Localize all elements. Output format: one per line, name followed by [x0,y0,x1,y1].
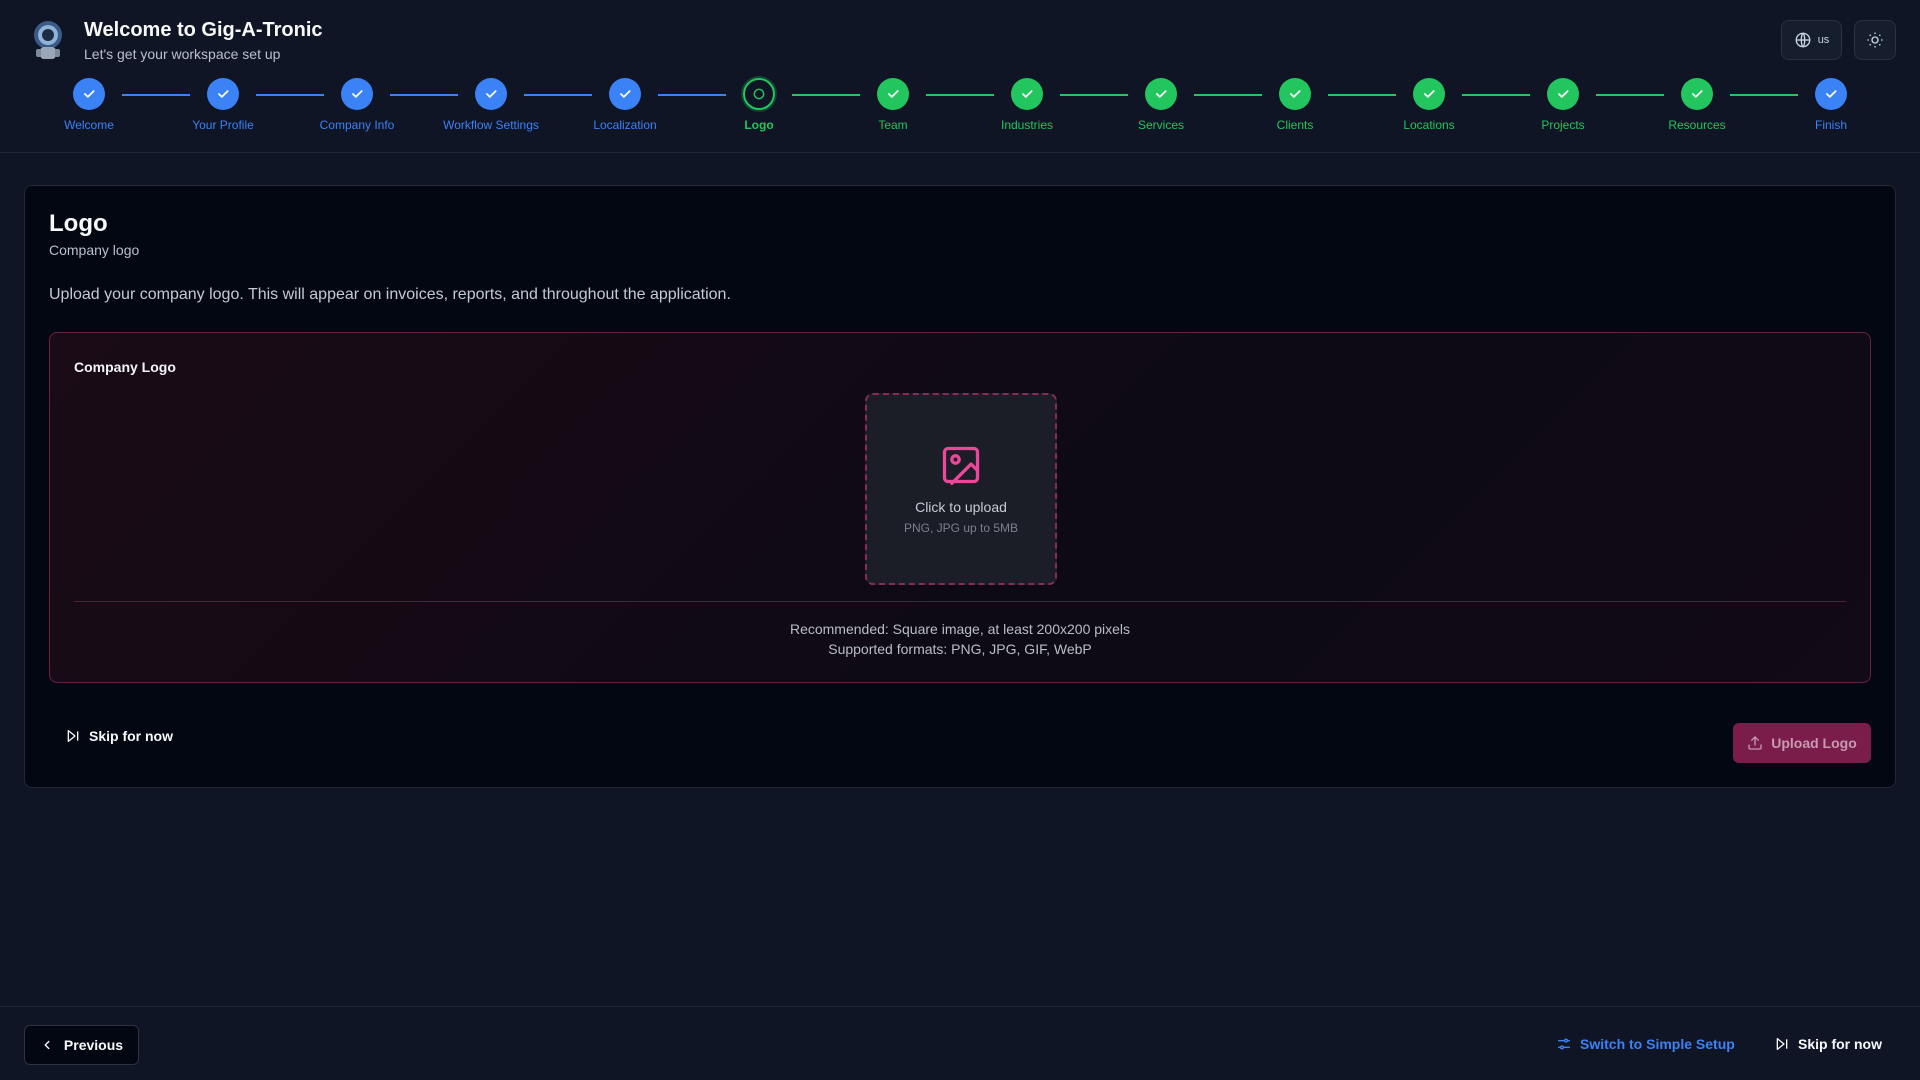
step-label: Workflow Settings [443,118,539,132]
step-label: Industries [1000,118,1054,132]
step-label: Team [878,118,908,132]
step-company-info[interactable]: Company Info [297,78,417,132]
check-icon [1011,78,1043,110]
supported-formats-line: Supported formats: PNG, JPG, GIF, WebP [828,641,1092,657]
panel-label: Company Logo [74,359,176,375]
chevron-left-icon [44,1040,50,1050]
logo-step-card: Logo Company logo Upload your company lo… [24,185,1896,788]
previous-label: Previous [63,1037,124,1053]
step-title: Logo [49,210,108,237]
step-label: Locations [1403,118,1455,132]
previous-button[interactable]: Previous [24,1025,139,1065]
step-label: Localization [593,118,657,132]
step-description: Upload your company logo. This will appe… [49,286,731,303]
check-icon [1145,78,1177,110]
recommendation-text: Recommended: Square image, at least 200x… [50,619,1870,659]
check-icon [207,78,239,110]
dropzone-text: Click to upload [915,499,1007,515]
check-icon [877,78,909,110]
step-label: Clients [1276,118,1314,132]
sun-icon [1867,32,1883,48]
language-button[interactable]: us [1781,20,1842,60]
step-team[interactable]: Team [833,78,953,132]
step-localization[interactable]: Localization [565,78,685,132]
step-label: Projects [1541,118,1585,132]
step-welcome[interactable]: Welcome [29,78,149,132]
step-industries[interactable]: Industries [967,78,1087,132]
step-projects[interactable]: Projects [1503,78,1623,132]
app-title: Welcome to Gig-A-Tronic [84,19,323,41]
skip-label: Skip for now [89,728,173,744]
check-icon [1547,78,1579,110]
image-icon [942,446,980,485]
theme-toggle-button[interactable] [1854,20,1896,60]
step-logo[interactable]: Logo [699,78,819,132]
skip-forward-icon [67,730,79,742]
step-label: Resources [1668,118,1726,132]
step-label: Services [1137,118,1184,132]
skip-step-button[interactable]: Skip for now [65,728,173,744]
logo-upload-panel: Company Logo Click to upload PNG, JPG up… [49,332,1871,683]
upload-label: Upload Logo [1771,735,1857,751]
current-step-icon [743,78,775,110]
language-code: us [1817,34,1830,46]
step-label: Welcome [64,118,114,132]
setup-stepper: Welcome Your Profile Company Info Workflow … [0,76,1920,140]
logo-dropzone[interactable]: Click to upload PNG, JPG up to 5MB [865,393,1057,585]
sliders-icon [1558,1038,1570,1050]
step-workflow-settings[interactable]: Workflow Settings [431,78,551,132]
app-subtitle: Let's get your workspace set up [84,46,281,62]
switch-label: Switch to Simple Setup [1580,1036,1735,1052]
step-label: Your Profile [192,118,254,132]
skip-forward-icon [1776,1038,1788,1050]
check-icon [1413,78,1445,110]
recommendation-line: Recommended: Square image, at least 200x… [789,621,1131,637]
check-icon [73,78,105,110]
upload-icon [1748,736,1762,750]
brand: Welcome to Gig-A-Tronic Let's get your w… [28,18,323,64]
step-subtitle: Company logo [49,242,140,258]
check-icon [1279,78,1311,110]
step-label: Company Info [319,118,395,132]
switch-simple-setup-button[interactable]: Switch to Simple Setup [1556,1036,1735,1052]
check-icon [341,78,373,110]
check-icon [609,78,641,110]
setup-footer: Previous Switch to Simple Setup Skip for… [0,1006,1920,1080]
step-label: Finish [1814,118,1847,132]
top-actions: us [1781,20,1896,60]
step-clients[interactable]: Clients [1235,78,1355,132]
check-icon [1681,78,1713,110]
footer-skip-button[interactable]: Skip for now [1774,1036,1882,1052]
dropzone-hint: PNG, JPG up to 5MB [903,521,1019,535]
step-services[interactable]: Services [1101,78,1221,132]
footer-skip-label: Skip for now [1798,1036,1882,1052]
step-label: Logo [744,118,774,132]
step-resources[interactable]: Resources [1637,78,1757,132]
step-finish[interactable]: Finish [1771,78,1891,132]
step-your-profile[interactable]: Your Profile [163,78,283,132]
upload-logo-button[interactable]: Upload Logo [1733,723,1871,763]
check-icon [475,78,507,110]
step-locations[interactable]: Locations [1369,78,1489,132]
globe-icon [1795,32,1811,48]
setup-header: Welcome to Gig-A-Tronic Let's get your w… [0,0,1920,153]
astronaut-logo-icon [34,21,62,59]
panel-divider [74,601,1846,602]
check-icon [1815,78,1847,110]
